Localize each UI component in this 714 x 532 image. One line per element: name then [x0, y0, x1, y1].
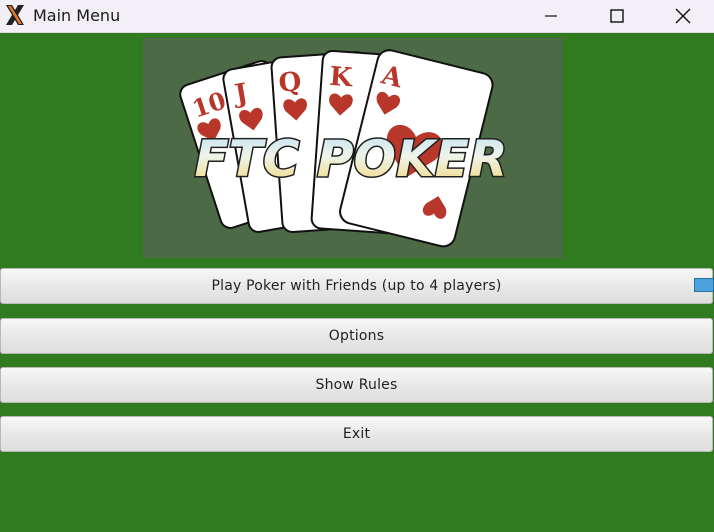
- minimize-icon: [545, 15, 557, 17]
- play-poker-label: Play Poker with Friends (up to 4 players…: [211, 278, 502, 294]
- exit-label: Exit: [342, 426, 371, 442]
- exit-button[interactable]: Exit: [0, 416, 713, 452]
- maximize-icon: [610, 9, 624, 23]
- options-label: Options: [328, 328, 385, 344]
- focus-indicator: [694, 278, 714, 292]
- x-app-icon: [6, 5, 24, 25]
- options-button[interactable]: Options: [0, 318, 713, 354]
- window-titlebar: Main Menu: [0, 0, 714, 33]
- logo-title: FTC POKER: [195, 130, 508, 188]
- game-logo: 10 J Q K A FTC POKER: [143, 38, 563, 258]
- poker-logo-image: 10 J Q K A FTC POKER: [179, 49, 509, 248]
- main-menu-content: 10 J Q K A FTC POKER Play Poker with Fri…: [0, 33, 714, 532]
- play-poker-button[interactable]: Play Poker with Friends (up to 4 players…: [0, 268, 713, 304]
- show-rules-button[interactable]: Show Rules: [0, 367, 713, 403]
- maximize-button[interactable]: [594, 0, 640, 32]
- show-rules-label: Show Rules: [315, 377, 398, 393]
- close-button[interactable]: [660, 0, 706, 32]
- minimize-button[interactable]: [528, 0, 574, 32]
- card-rank: K: [329, 62, 355, 94]
- card-rank: Q: [278, 67, 303, 99]
- window-title: Main Menu: [33, 6, 121, 25]
- close-icon: [675, 8, 691, 24]
